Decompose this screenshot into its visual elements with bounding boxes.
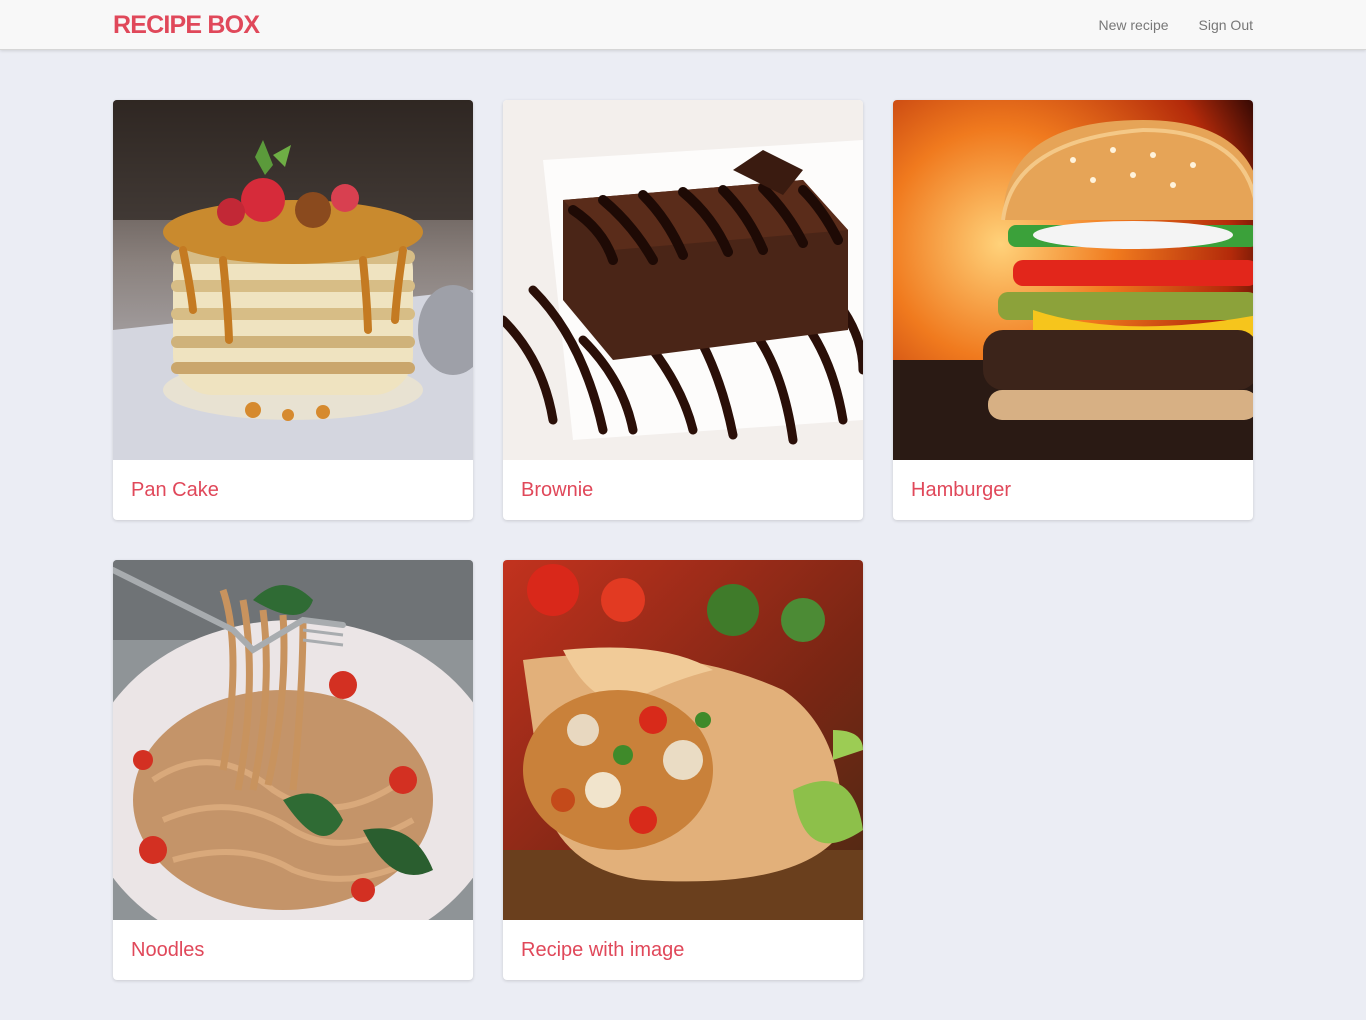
- recipe-card[interactable]: Recipe with image: [503, 560, 863, 980]
- pancake-photo: [113, 100, 473, 460]
- recipe-image[interactable]: [113, 560, 473, 920]
- recipe-title[interactable]: Pan Cake: [113, 460, 473, 520]
- recipe-image[interactable]: [113, 100, 473, 460]
- recipe-grid: Pan Cake Brownie Hamburger Noodles Recip…: [113, 100, 1253, 980]
- recipe-card[interactable]: Brownie: [503, 100, 863, 520]
- recipe-title[interactable]: Recipe with image: [503, 920, 863, 980]
- recipe-card[interactable]: Noodles: [113, 560, 473, 980]
- recipe-title[interactable]: Hamburger: [893, 460, 1253, 520]
- recipe-card[interactable]: Hamburger: [893, 100, 1253, 520]
- sign-out-link[interactable]: Sign Out: [1199, 17, 1253, 33]
- noodles-photo: [113, 560, 473, 920]
- recipe-image[interactable]: [503, 560, 863, 920]
- top-navbar: RECIPE BOX New recipe Sign Out: [0, 0, 1366, 50]
- recipe-card[interactable]: Pan Cake: [113, 100, 473, 520]
- nav-links: New recipe Sign Out: [1098, 17, 1253, 33]
- new-recipe-link[interactable]: New recipe: [1098, 17, 1168, 33]
- brand-logo-link[interactable]: RECIPE BOX: [113, 11, 260, 39]
- brownie-photo: [503, 100, 863, 460]
- recipe-image[interactable]: [893, 100, 1253, 460]
- hamburger-photo: [893, 100, 1253, 460]
- recipe-title[interactable]: Brownie: [503, 460, 863, 520]
- burrito-photo: [503, 560, 863, 920]
- recipe-image[interactable]: [503, 100, 863, 460]
- recipe-title[interactable]: Noodles: [113, 920, 473, 980]
